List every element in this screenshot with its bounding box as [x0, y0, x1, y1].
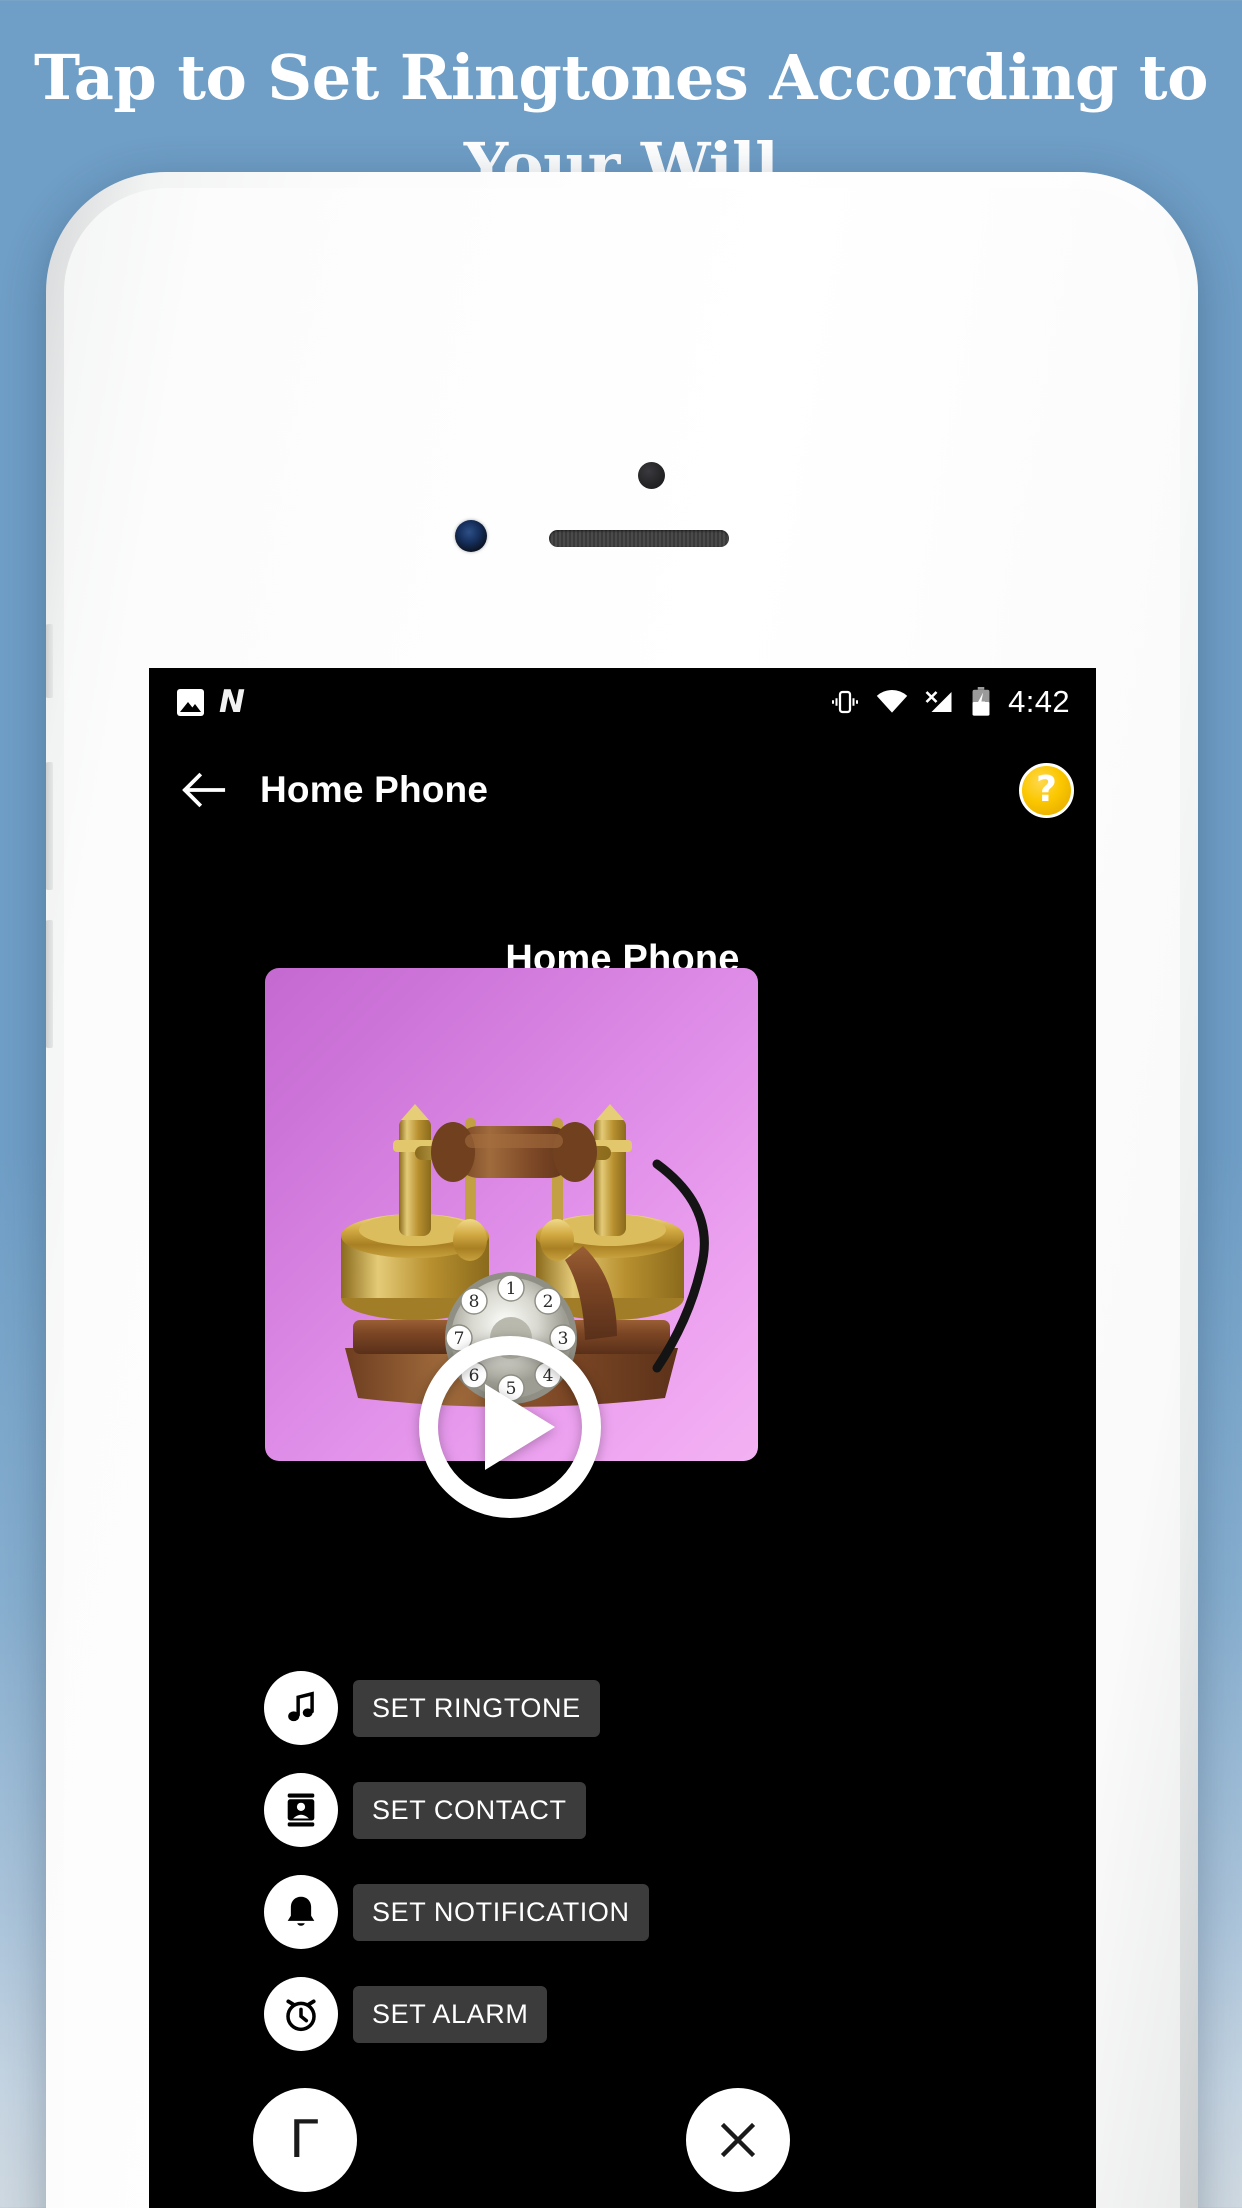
set-ringtone-label: SET RINGTONE	[353, 1679, 600, 1737]
status-bar-system-icons: 4:42	[830, 684, 1070, 720]
status-bar-clock: 4:42	[1008, 684, 1070, 719]
set-contact-row[interactable]: SET CONTACT	[264, 1773, 586, 1847]
no-signal-icon	[924, 689, 954, 715]
android-nougat-icon: N	[219, 683, 245, 720]
set-alarm-label: SET ALARM	[353, 1985, 548, 2043]
phone-volume-down-button	[46, 920, 53, 1048]
phone-mute-switch	[46, 624, 53, 698]
play-triangle-icon	[485, 1384, 555, 1470]
close-icon	[714, 2116, 762, 2164]
set-alarm-row[interactable]: SET ALARM	[264, 1977, 548, 2051]
vibrate-icon	[830, 687, 860, 717]
svg-text:2: 2	[543, 1292, 554, 1312]
set-notification-row[interactable]: SET NOTIFICATION	[264, 1875, 649, 1949]
battery-charging-icon	[970, 687, 992, 717]
set-contact-label: SET CONTACT	[353, 1781, 586, 1839]
status-bar: N 4:42	[149, 668, 1096, 736]
set-ringtone-row[interactable]: SET RINGTONE	[264, 1671, 600, 1745]
status-bar-notifications: N	[177, 683, 245, 720]
share-icon: Г	[289, 2110, 321, 2170]
svg-text:8: 8	[469, 1292, 480, 1312]
phone-volume-up-button	[46, 762, 53, 890]
earpiece-speaker	[549, 530, 729, 547]
contact-card-icon[interactable]	[264, 1773, 338, 1847]
proximity-sensor-icon	[455, 520, 487, 552]
front-camera-icon	[638, 462, 665, 489]
app-bar: Home Phone ?	[149, 736, 1096, 844]
svg-text:3: 3	[558, 1329, 569, 1349]
alarm-clock-icon[interactable]	[264, 1977, 338, 2051]
svg-text:7: 7	[454, 1329, 465, 1349]
share-button[interactable]: Г	[253, 2088, 357, 2192]
close-button[interactable]	[686, 2088, 790, 2192]
bell-icon[interactable]	[264, 1875, 338, 1949]
phone-mockup-frame: N 4:42 Home Phone ? Home Phone 1 2 3 4 5…	[46, 172, 1198, 2208]
music-note-icon[interactable]	[264, 1671, 338, 1745]
help-icon[interactable]: ?	[1019, 762, 1074, 818]
phone-screen: N 4:42 Home Phone ? Home Phone 1 2 3 4 5…	[149, 668, 1096, 2208]
photo-icon	[177, 688, 204, 716]
app-bar-title: Home Phone	[260, 769, 489, 810]
back-button[interactable]	[173, 759, 235, 821]
wifi-icon	[876, 689, 908, 715]
set-notification-label: SET NOTIFICATION	[353, 1883, 649, 1941]
play-button[interactable]	[419, 1336, 601, 1518]
svg-text:1: 1	[506, 1279, 517, 1299]
